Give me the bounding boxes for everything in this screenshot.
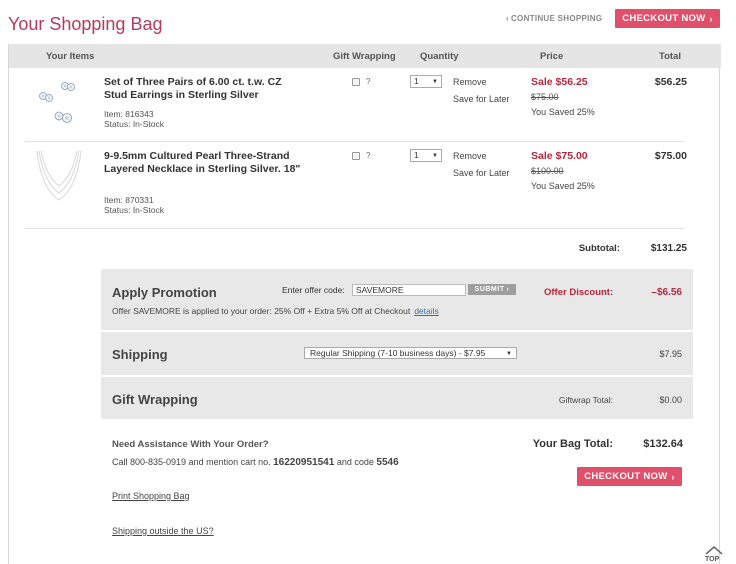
promotion-title: Apply Promotion — [112, 285, 217, 300]
shipping-title: Shipping — [112, 347, 168, 362]
gift-wrapping-title: Gift Wrapping — [112, 392, 198, 407]
item-total: $56.25 — [654, 76, 687, 88]
necklace-icon[interactable] — [33, 148, 83, 208]
sale-price: Sale $56.25 — [531, 76, 588, 88]
giftwrap-total-label: Giftwrap Total: — [558, 395, 613, 405]
shipping-method-select[interactable]: Regular Shipping (7-10 business days) - … — [304, 347, 517, 359]
assistance-mid: and code — [336, 457, 374, 467]
continue-shopping-label: CONTINUE SHOPPING — [510, 14, 603, 23]
top-label: TOP — [705, 556, 720, 563]
page-title: Your Shopping Bag — [8, 14, 163, 34]
offer-code-input[interactable] — [352, 284, 466, 296]
chevron-right-icon: › — [671, 471, 675, 482]
column-header: Your Items Gift Wrapping Quantity Price … — [9, 44, 721, 68]
quantity-select[interactable]: 1 ▼ — [410, 75, 442, 88]
checkout-label: CHECKOUT NOW — [584, 471, 668, 482]
details-link[interactable]: details — [414, 306, 439, 316]
col-your-items: Your Items — [46, 51, 95, 62]
shipping-method-value: Regular Shipping (7-10 business days) - … — [310, 348, 486, 358]
chevron-right-icon: › — [709, 13, 713, 24]
save-for-later-link[interactable]: Save for Later — [453, 168, 510, 178]
gift-wrapping-panel: Gift Wrapping Giftwrap Total: $0.00 — [101, 377, 693, 419]
giftwrap-total-value: $0.00 — [659, 395, 682, 405]
quantity-value: 1 — [414, 150, 419, 160]
cart-item-row: Set of Three Pairs of 6.00 ct. t.w. CZ S… — [25, 70, 687, 142]
cart-code: 5546 — [376, 457, 399, 468]
you-saved: You Saved 25% — [531, 107, 595, 117]
col-quantity: Quantity — [420, 51, 459, 62]
checkout-now-button-bottom[interactable]: CHECKOUT NOW › — [577, 467, 682, 486]
sale-price: Sale $75.00 — [531, 150, 588, 162]
chevron-down-icon: ▼ — [432, 153, 438, 159]
item-status: Status: In-Stock — [104, 205, 164, 215]
chevron-right-icon: › — [506, 286, 510, 293]
continue-shopping-link[interactable]: ‹ CONTINUE SHOPPING — [506, 14, 602, 23]
item-name[interactable]: 9-9.5mm Cultured Pearl Three-Strand Laye… — [104, 150, 304, 176]
item-number: Item: 816343 — [104, 109, 154, 119]
shipping-value: $7.95 — [659, 349, 682, 359]
checkout-now-button-top[interactable]: CHECKOUT NOW › — [615, 9, 720, 28]
item-name[interactable]: Set of Three Pairs of 6.00 ct. t.w. CZ S… — [104, 76, 304, 102]
col-price: Price — [540, 51, 564, 62]
promotion-note-text: Offer SAVEMORE is applied to your order:… — [112, 306, 411, 316]
earrings-icon[interactable] — [33, 80, 83, 135]
chevron-up-icon — [705, 546, 723, 555]
quantity-select[interactable]: 1 ▼ — [410, 149, 442, 162]
item-number: Item: 870331 — [104, 195, 154, 205]
bag-total-label: Your Bag Total: — [532, 438, 613, 450]
offer-discount-label: Offer Discount: — [544, 287, 614, 298]
item-status: Status: In-Stock — [104, 119, 164, 129]
submit-label: SUBMIT — [474, 286, 505, 293]
assistance-text: Call 800-835-0919 and mention cart no. 1… — [112, 457, 399, 468]
cart-item-row: 9-9.5mm Cultured Pearl Three-Strand Laye… — [25, 144, 687, 229]
assistance-title: Need Assistance With Your Order? — [112, 439, 269, 450]
remove-link[interactable]: Remove — [453, 77, 487, 87]
gift-wrap-checkbox[interactable] — [352, 152, 360, 160]
offer-discount-value: –$6.56 — [651, 287, 682, 298]
checkout-label: CHECKOUT NOW — [622, 13, 706, 24]
shipping-panel: Shipping Regular Shipping (7-10 business… — [101, 332, 693, 375]
bag-total-value: $132.64 — [643, 438, 683, 450]
subtotal-value: $131.25 — [650, 243, 687, 254]
assistance-prefix: Call 800-835-0919 and mention cart no. — [112, 457, 271, 467]
promotion-panel: Apply Promotion Enter offer code: SUBMIT… — [101, 269, 693, 330]
chevron-down-icon: ▼ — [506, 351, 512, 357]
col-total: Total — [659, 51, 681, 62]
chevron-left-icon: ‹ — [506, 14, 509, 23]
you-saved: You Saved 25% — [531, 181, 595, 191]
print-shopping-bag-link[interactable]: Print Shopping Bag — [112, 491, 190, 501]
quantity-value: 1 — [414, 76, 419, 86]
gift-wrap-checkbox[interactable] — [352, 78, 360, 86]
subtotal-label: Subtotal: — [578, 243, 620, 254]
gift-wrap-help[interactable]: ? — [366, 77, 370, 86]
remove-link[interactable]: Remove — [453, 151, 487, 161]
offer-code-label: Enter offer code: — [282, 285, 345, 295]
gift-wrap-help[interactable]: ? — [366, 151, 370, 160]
cart-number: 16220951541 — [273, 457, 335, 468]
submit-button[interactable]: SUBMIT › — [468, 284, 516, 295]
save-for-later-link[interactable]: Save for Later — [453, 94, 510, 104]
promotion-note: Offer SAVEMORE is applied to your order:… — [112, 306, 439, 316]
original-price: $75.00 — [531, 92, 559, 102]
back-to-top-button[interactable]: TOP — [702, 543, 726, 564]
col-gift-wrapping: Gift Wrapping — [333, 51, 396, 62]
shipping-outside-us-link[interactable]: Shipping outside the US? — [112, 526, 214, 536]
chevron-down-icon: ▼ — [432, 79, 438, 85]
item-total: $75.00 — [654, 150, 687, 162]
original-price: $100.00 — [531, 166, 564, 176]
